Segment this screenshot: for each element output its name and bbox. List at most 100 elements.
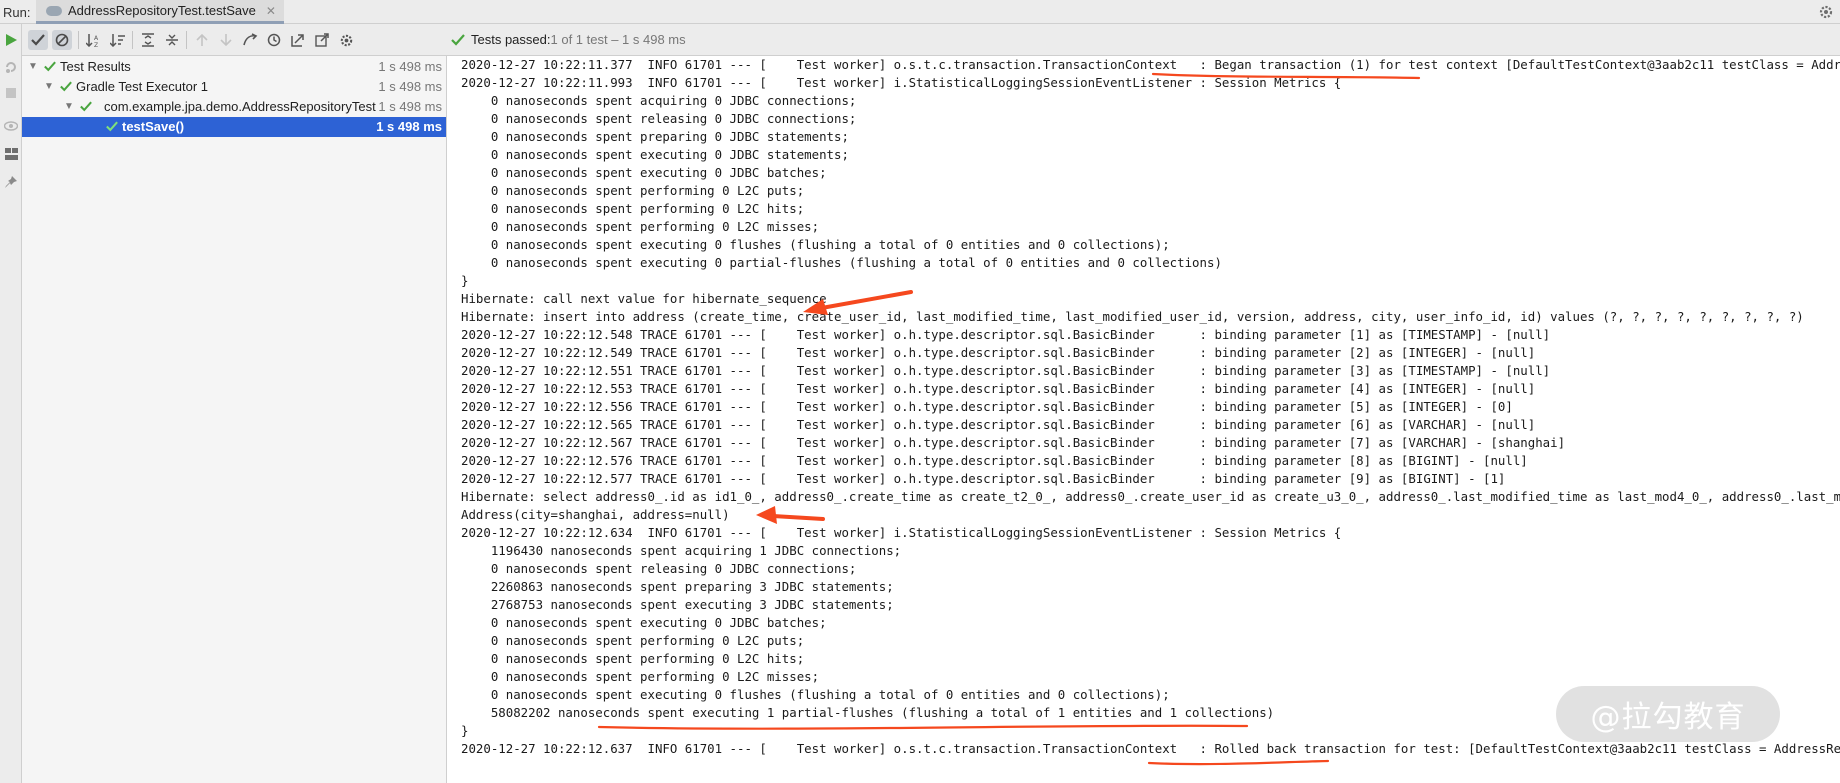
log-line: Hibernate: insert into address (create_t… — [461, 309, 1804, 324]
annotation-arrow-address — [771, 514, 825, 521]
run-label: Run: — [3, 5, 31, 20]
test-runner-toolbar: AZ — [22, 24, 447, 56]
log-line: 2768753 nanoseconds spent executing 3 JD… — [461, 597, 894, 612]
log-line: Hibernate: select address0_.id as id1_0_… — [461, 489, 1840, 504]
tree-item-duration: 1 s 498 ms — [376, 119, 442, 134]
log-line: 2020-12-27 10:22:12.567 TRACE 61701 --- … — [461, 435, 1566, 450]
open-external-icon[interactable] — [312, 30, 332, 50]
log-line: 2020-12-27 10:22:12.551 TRACE 61701 --- … — [461, 363, 1551, 378]
tree-item-duration: 1 s 498 ms — [378, 99, 442, 114]
svg-text:Z: Z — [94, 42, 98, 47]
log-line: 0 nanoseconds spent executing 0 partial-… — [461, 255, 1222, 270]
log-line: 0 nanoseconds spent performing 0 L2C put… — [461, 633, 805, 648]
tree-item-label: com.example.jpa.demo.AddressRepositoryTe… — [104, 99, 376, 114]
log-line: 58082202 nanoseconds spent executing 1 p… — [461, 705, 1275, 720]
log-line: 0 nanoseconds spent performing 0 L2C mis… — [461, 669, 820, 684]
toolbar-separator — [78, 31, 79, 49]
log-line: 2020-12-27 10:22:12.577 TRACE 61701 --- … — [461, 471, 1506, 486]
settings-icon[interactable] — [336, 30, 356, 50]
collapse-arrow-icon[interactable]: ▼ — [44, 77, 54, 97]
passed-check-icon — [80, 101, 92, 112]
status-detail: 1 of 1 test – 1 s 498 ms — [550, 32, 686, 47]
passed-check-icon — [60, 81, 72, 92]
collapse-arrow-icon[interactable]: ▼ — [28, 57, 38, 77]
log-line: 2020-12-27 10:22:12.576 TRACE 61701 --- … — [461, 453, 1528, 468]
log-line: 2020-12-27 10:22:12.548 TRACE 61701 --- … — [461, 327, 1551, 342]
settings-gear-icon[interactable] — [1818, 4, 1834, 20]
log-line: 2020-12-27 10:22:11.993 INFO 61701 --- [… — [461, 75, 1342, 90]
layout-icon[interactable] — [3, 146, 19, 162]
log-line: } — [461, 723, 469, 738]
log-line: 0 nanoseconds spent performing 0 L2C mis… — [461, 219, 820, 234]
log-line: 2020-12-27 10:22:12.553 TRACE 61701 --- … — [461, 381, 1536, 396]
annotation-underline-partial-flushes — [597, 724, 1249, 730]
history-icon[interactable] — [264, 30, 284, 50]
tree-item-test-method[interactable]: testSave() 1 s 498 ms — [22, 117, 446, 137]
rerun-failed-icon[interactable] — [3, 59, 19, 75]
status-label: Tests passed: — [471, 32, 551, 47]
collapse-arrow-icon[interactable]: ▼ — [64, 97, 74, 117]
test-status-bar: Tests passed: 1 of 1 test – 1 s 498 ms — [447, 24, 1840, 56]
pin-icon[interactable] — [3, 174, 19, 190]
log-line: 0 nanoseconds spent executing 0 JDBC bat… — [461, 615, 827, 630]
prev-failed-icon[interactable] — [192, 30, 212, 50]
log-line: 0 nanoseconds spent executing 0 flushes … — [461, 237, 1170, 252]
annotation-arrow-insert — [814, 290, 913, 311]
stop-icon[interactable] — [3, 85, 19, 101]
log-line: 2020-12-27 10:22:11.377 INFO 61701 --- [… — [461, 57, 1840, 72]
tree-item-duration: 1 s 498 ms — [378, 59, 442, 74]
run-tool-window-header: Run: AddressRepositoryTest.testSave ✕ — [0, 0, 1840, 24]
tree-item-label: Test Results — [60, 59, 131, 74]
run-configuration-tab[interactable]: AddressRepositoryTest.testSave ✕ — [36, 0, 284, 24]
log-line: 1196430 nanoseconds spent acquiring 1 JD… — [461, 543, 902, 558]
tree-item-test-results[interactable]: ▼ Test Results 1 s 498 ms — [22, 57, 446, 77]
console-output[interactable]: 2020-12-27 10:22:11.377 INFO 61701 --- [… — [451, 56, 1840, 783]
toolbar-separator — [132, 31, 133, 49]
toolbar-separator — [186, 31, 187, 49]
show-passed-icon[interactable] — [28, 30, 48, 50]
run-icon[interactable] — [3, 32, 19, 48]
log-line: 0 nanoseconds spent releasing 0 JDBC con… — [461, 561, 857, 576]
log-line: 0 nanoseconds spent executing 0 JDBC sta… — [461, 147, 849, 162]
collapse-all-icon[interactable] — [162, 30, 182, 50]
log-line: 2020-12-27 10:22:12.565 TRACE 61701 --- … — [461, 417, 1536, 432]
passed-check-icon — [106, 121, 118, 132]
log-line: 0 nanoseconds spent executing 0 flushes … — [461, 687, 1170, 702]
expand-all-icon[interactable] — [138, 30, 158, 50]
sort-alpha-icon[interactable]: AZ — [84, 30, 104, 50]
import-tests-icon[interactable] — [240, 30, 260, 50]
log-line: 0 nanoseconds spent releasing 0 JDBC con… — [461, 111, 857, 126]
log-line: Hibernate: call next value for hibernate… — [461, 291, 827, 306]
log-line: 0 nanoseconds spent performing 0 L2C hit… — [461, 651, 805, 666]
annotation-arrowhead-address — [756, 506, 777, 524]
tree-item-label: testSave() — [122, 119, 185, 134]
run-tab-title: AddressRepositoryTest.testSave — [68, 3, 256, 18]
test-config-icon — [46, 5, 62, 16]
test-results-tree: ▼ Test Results 1 s 498 ms ▼ Gradle Test … — [22, 56, 447, 783]
sort-duration-icon[interactable] — [108, 30, 128, 50]
close-icon[interactable]: ✕ — [266, 4, 276, 18]
log-line: 0 nanoseconds spent executing 0 JDBC bat… — [461, 165, 827, 180]
log-line: 2020-12-27 10:22:12.637 INFO 61701 --- [… — [461, 741, 1840, 756]
tree-item-duration: 1 s 498 ms — [378, 79, 442, 94]
passed-check-icon — [451, 33, 465, 46]
annotation-underline-rolled-back — [1147, 759, 1330, 766]
log-line: 2020-12-27 10:22:12.549 TRACE 61701 --- … — [461, 345, 1536, 360]
watermark-logo: @拉勾教育 — [1556, 686, 1780, 742]
log-line: 2020-12-27 10:22:12.556 TRACE 61701 --- … — [461, 399, 1513, 414]
log-line: Address(city=shanghai, address=null) — [461, 507, 730, 522]
tree-item-test-class[interactable]: ▼ com.example.jpa.demo.AddressRepository… — [22, 97, 446, 117]
log-line: 2020-12-27 10:22:12.634 INFO 61701 --- [… — [461, 525, 1342, 540]
tree-item-label: Gradle Test Executor 1 — [76, 79, 208, 94]
log-line: 0 nanoseconds spent performing 0 L2C put… — [461, 183, 805, 198]
view-icon[interactable] — [3, 118, 19, 134]
passed-check-icon — [44, 61, 56, 72]
log-line: 0 nanoseconds spent preparing 0 JDBC sta… — [461, 129, 849, 144]
log-line: 0 nanoseconds spent performing 0 L2C hit… — [461, 201, 805, 216]
log-line: } — [461, 273, 469, 288]
left-action-toolbar — [0, 24, 22, 783]
export-icon[interactable] — [288, 30, 308, 50]
next-failed-icon[interactable] — [216, 30, 236, 50]
show-ignored-icon[interactable] — [52, 30, 72, 50]
tree-item-gradle-executor[interactable]: ▼ Gradle Test Executor 1 1 s 498 ms — [22, 77, 446, 97]
